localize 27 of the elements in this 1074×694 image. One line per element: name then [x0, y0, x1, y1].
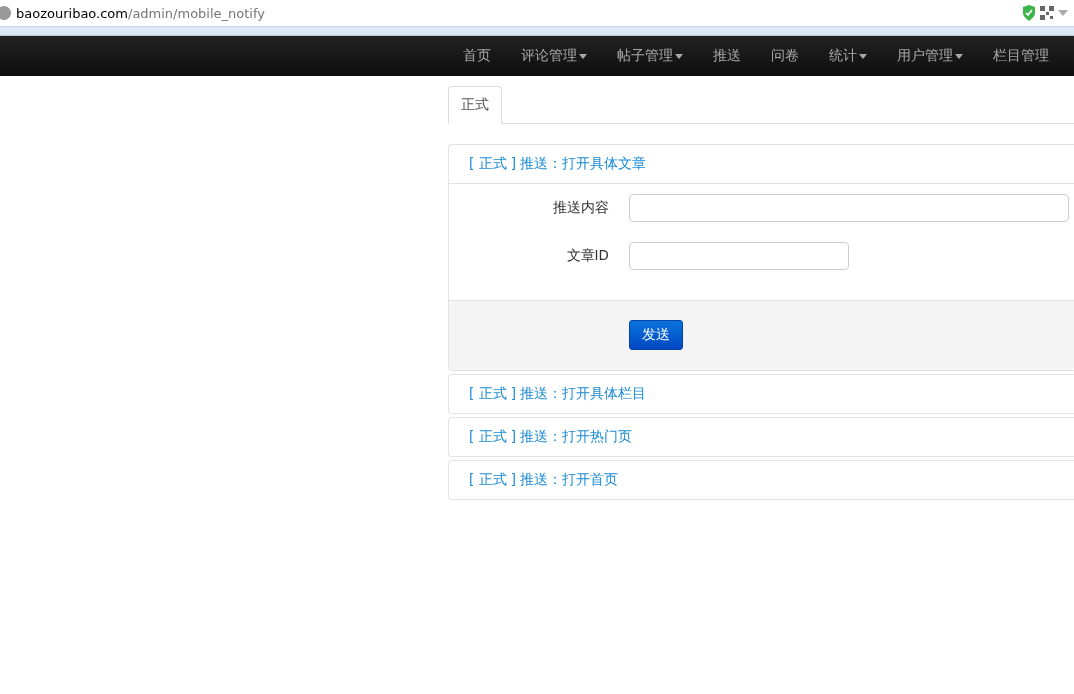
url-text: baozouribao.com/admin/mobile_notify	[16, 5, 267, 21]
caret-icon	[955, 53, 963, 59]
shield-check-icon[interactable]	[1022, 5, 1036, 21]
input-field[interactable]	[629, 194, 1069, 222]
panel-title-link[interactable]: [ 正式 ] 推送：打开热门页	[449, 418, 1074, 456]
nav-item[interactable]: 栏目管理	[978, 47, 1064, 65]
input-field[interactable]	[629, 242, 849, 270]
field-label: 推送内容	[552, 199, 610, 217]
globe-icon	[0, 6, 12, 20]
panel-title-link[interactable]: [ 正式 ] 推送：打开具体栏目	[449, 375, 1074, 413]
send-button[interactable]: 发送	[629, 320, 683, 350]
caret-icon	[579, 53, 587, 59]
panel-title-link[interactable]: [ 正式 ] 推送：打开具体文章	[449, 145, 1074, 183]
qr-code-icon[interactable]	[1040, 6, 1054, 20]
caret-icon	[859, 53, 867, 59]
nav-item[interactable]: 用户管理	[882, 47, 978, 65]
nav-item[interactable]: 评论管理	[506, 47, 602, 65]
caret-icon	[675, 53, 683, 59]
nav-item[interactable]: 问卷	[756, 47, 814, 65]
tab[interactable]: 正式	[448, 86, 502, 124]
panel-title-link[interactable]: [ 正式 ] 推送：打开首页	[449, 461, 1074, 499]
nav-item[interactable]: 帖子管理	[602, 47, 698, 65]
nav-item[interactable]: 统计	[814, 47, 882, 65]
nav-item[interactable]: 首页	[448, 47, 506, 65]
dropdown-icon[interactable]	[1058, 10, 1068, 16]
nav-item[interactable]: 推送	[698, 47, 756, 65]
field-label: 文章ID	[565, 247, 610, 265]
